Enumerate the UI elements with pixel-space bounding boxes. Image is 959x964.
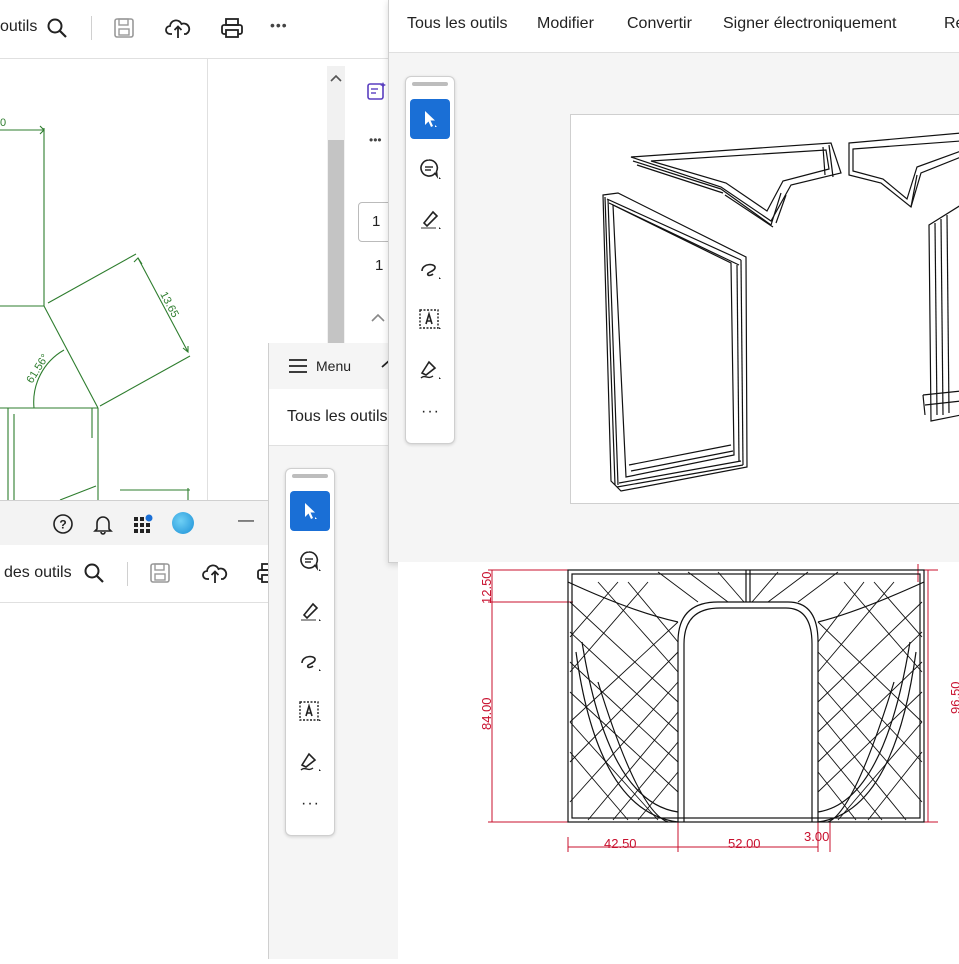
select-tool-button[interactable]	[410, 99, 450, 139]
print-icon[interactable]	[220, 17, 244, 39]
green-drawing: 0 13.65 61.56°	[0, 117, 191, 500]
chevron-up-icon[interactable]	[371, 310, 385, 328]
chevron-up-icon[interactable]	[330, 70, 342, 88]
wireframe-frames-drawing	[602, 132, 959, 492]
toolbar-divider	[127, 562, 128, 586]
front-menubar: Tous les outils Modifier Convertir Signe…	[389, 0, 959, 53]
back-toolbar: outils •••	[0, 0, 390, 59]
all-tools-label[interactable]: des outils	[4, 564, 72, 582]
text-box-tool-button[interactable]	[290, 691, 330, 731]
vertical-scrollbar[interactable]	[327, 66, 345, 356]
text-box-icon	[419, 309, 441, 329]
front-window: Tous les outils Modifier Convertir Signe…	[388, 0, 959, 563]
pen-sign-icon	[300, 752, 321, 771]
comment-tool-button[interactable]	[290, 541, 330, 581]
text-box-tool-button[interactable]	[410, 299, 450, 339]
save-icon[interactable]	[113, 17, 135, 39]
freehand-draw-icon	[301, 655, 321, 671]
wireframe-elevation-drawing: 12.50 84.00 96.50 42.50 52.00 3.00	[479, 564, 959, 852]
cloud-upload-icon[interactable]	[165, 16, 191, 40]
highlight-tool-button[interactable]	[290, 591, 330, 631]
dim-84-00: 84.00	[479, 697, 494, 730]
cursor-arrow-icon	[425, 111, 437, 127]
highlight-tool-button[interactable]	[410, 199, 450, 239]
sign-tool-button[interactable]	[290, 741, 330, 781]
freehand-draw-icon	[421, 263, 441, 279]
dim-3-00: 3.00	[804, 829, 829, 844]
draw-tool-button[interactable]	[410, 249, 450, 289]
dim-top: 0	[0, 117, 6, 129]
menu-tabs: Tous les outils	[269, 389, 399, 446]
highlighter-icon	[421, 210, 441, 229]
more-tools-button[interactable]: ···	[421, 403, 440, 421]
toolbar-divider	[91, 16, 92, 40]
panel-grip[interactable]	[412, 82, 448, 86]
tab-all-tools[interactable]: Tous les outils	[287, 408, 388, 426]
menu-window: Menu Tous les outils ···	[268, 343, 399, 959]
all-tools-label[interactable]: outils	[0, 18, 37, 36]
document-page	[570, 114, 959, 504]
sign-tool-button[interactable]	[410, 349, 450, 389]
help-glyph: ?	[59, 518, 66, 532]
more-options-button[interactable]: •••	[369, 133, 382, 147]
menu-bar: Menu	[269, 343, 399, 390]
help-icon[interactable]: ?	[52, 513, 74, 540]
dim-diagonal: 13.65	[157, 290, 181, 320]
minimize-button[interactable]: —	[238, 512, 254, 530]
more-menu-button[interactable]: •••	[270, 17, 288, 33]
search-icon[interactable]	[46, 17, 68, 39]
tab-all-tools[interactable]: Tous les outils	[407, 15, 508, 33]
cloud-upload-icon[interactable]	[202, 561, 228, 585]
dim-12-50: 12.50	[479, 571, 494, 604]
search-icon[interactable]	[83, 562, 105, 584]
apps-grid-icon[interactable]	[132, 513, 154, 540]
highlighter-icon	[301, 602, 321, 621]
select-tool-button[interactable]	[290, 491, 330, 531]
green-drawing-area: 0 13.65 61.56°	[0, 58, 208, 500]
page-number-total: 1	[375, 257, 384, 274]
save-icon[interactable]	[149, 562, 171, 584]
middle-titlebar: ? —	[0, 501, 270, 545]
cursor-arrow-icon	[305, 503, 317, 519]
menu-label[interactable]: Menu	[316, 358, 351, 374]
draw-tool-button[interactable]	[290, 641, 330, 681]
bottom-drawing-area: 12.50 84.00 96.50 42.50 52.00 3.00	[398, 562, 959, 959]
pen-sign-icon	[420, 360, 441, 379]
tab-partial[interactable]: Re	[944, 15, 959, 33]
scrollbar-thumb[interactable]	[328, 140, 344, 356]
more-tools-button[interactable]: ···	[301, 795, 320, 813]
middle-window: ? — des outils	[0, 500, 270, 960]
tool-panel-right: ···	[405, 76, 455, 444]
ai-assistant-icon[interactable]	[366, 80, 388, 102]
middle-toolbar: des outils	[0, 545, 270, 603]
dim-52-00: 52.00	[728, 836, 761, 851]
tab-e-sign[interactable]: Signer électroniquement	[723, 15, 896, 33]
hamburger-icon[interactable]	[289, 359, 307, 378]
dim-96-50: 96.50	[948, 681, 959, 714]
panel-grip[interactable]	[292, 474, 328, 478]
tool-panel-left: ···	[285, 468, 335, 836]
text-box-icon	[299, 701, 321, 721]
comment-icon	[420, 159, 441, 179]
tab-convert[interactable]: Convertir	[627, 15, 692, 33]
comment-tool-button[interactable]	[410, 149, 450, 189]
profile-avatar[interactable]	[172, 512, 194, 534]
tab-edit[interactable]: Modifier	[537, 15, 594, 33]
dim-42-50: 42.50	[604, 836, 637, 851]
page-number-current[interactable]: 1	[372, 213, 380, 230]
bell-icon[interactable]	[92, 513, 114, 540]
comment-icon	[300, 551, 321, 571]
page-number-box[interactable]: 1	[358, 202, 390, 242]
